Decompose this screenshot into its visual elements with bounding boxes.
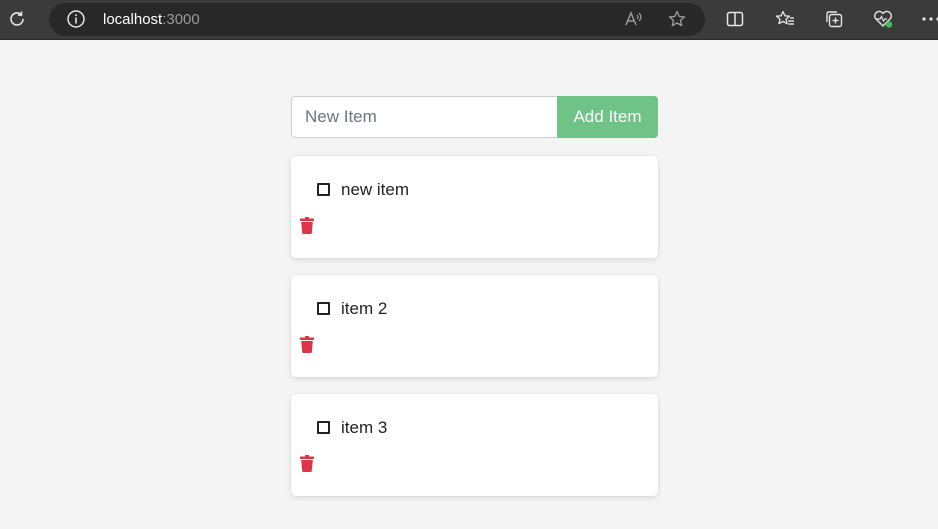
todo-card: new item (291, 156, 658, 258)
trash-icon[interactable] (300, 336, 314, 353)
browser-essentials-icon[interactable] (872, 8, 894, 30)
checkbox[interactable] (317, 183, 330, 196)
info-icon[interactable] (65, 8, 87, 30)
checkbox[interactable] (317, 302, 330, 315)
read-aloud-icon[interactable] (622, 8, 644, 30)
reload-icon[interactable] (6, 8, 28, 30)
item-label: new item (341, 180, 410, 199)
todo-list: new item item 2 item 3 (291, 156, 658, 496)
todo-app: Add Item new item item 2 item 3 (291, 96, 658, 513)
url-port: :3000 (162, 11, 200, 28)
collections-icon[interactable] (823, 8, 845, 30)
url-text[interactable]: localhost:3000 (103, 11, 200, 29)
checkbox[interactable] (317, 421, 330, 434)
favorite-star-icon[interactable] (666, 8, 688, 30)
add-item-form: Add Item (291, 96, 658, 138)
address-bar[interactable]: localhost:3000 (49, 3, 705, 36)
trash-icon[interactable] (300, 217, 314, 234)
new-item-input[interactable] (291, 96, 557, 138)
trash-icon[interactable] (300, 455, 314, 472)
add-item-button[interactable]: Add Item (557, 96, 658, 138)
todo-card: item 3 (291, 394, 658, 496)
favorites-icon[interactable] (774, 8, 796, 30)
split-screen-icon[interactable] (724, 8, 746, 30)
item-label: item 3 (341, 418, 388, 437)
url-host: localhost (103, 11, 163, 28)
item-label: item 2 (341, 299, 388, 318)
browser-toolbar: localhost:3000 (0, 0, 938, 40)
more-icon[interactable] (920, 8, 938, 30)
todo-card: item 2 (291, 275, 658, 377)
